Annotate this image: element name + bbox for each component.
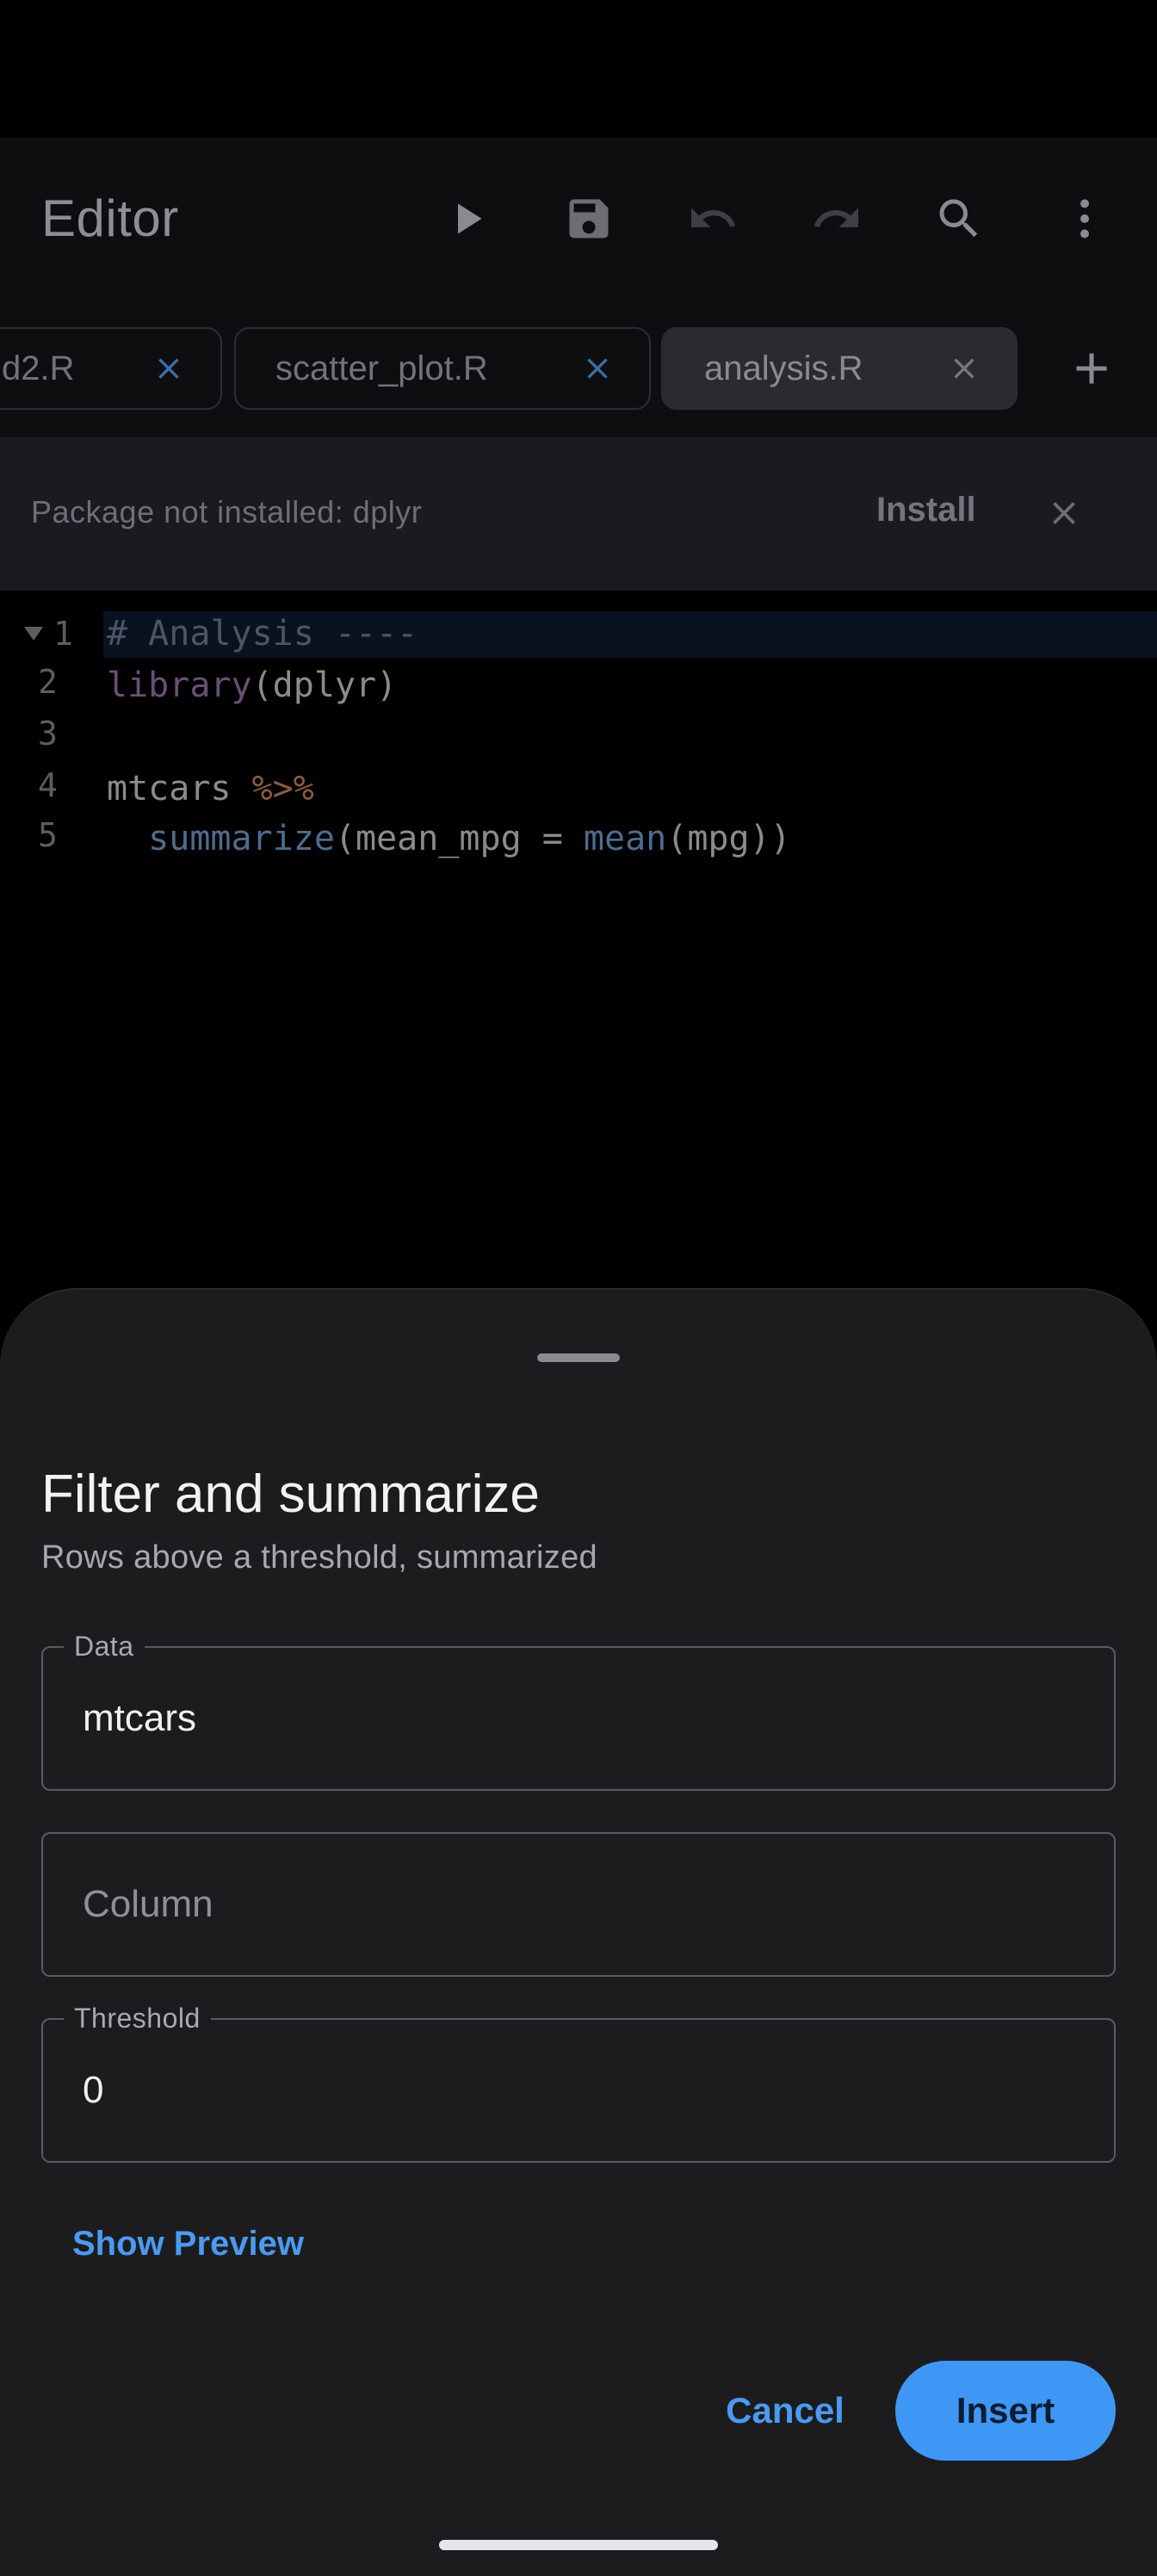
tab-file-analysis[interactable]: analysis.R bbox=[661, 327, 1018, 410]
sheet-subtitle: Rows above a threshold, summarized bbox=[41, 1539, 597, 1576]
code-line-2: library(dplyr) bbox=[107, 661, 397, 709]
threshold-input[interactable] bbox=[83, 2020, 1073, 2161]
code-function: summarize bbox=[148, 819, 335, 858]
cancel-button[interactable]: Cancel bbox=[715, 2361, 856, 2461]
tab-file-scatter-plot[interactable]: scatter_plot.R bbox=[234, 327, 651, 410]
code-operator: %>% bbox=[251, 769, 314, 808]
data-input[interactable] bbox=[83, 1648, 1073, 1789]
column-field bbox=[41, 1832, 1116, 1977]
gesture-nav-bar[interactable] bbox=[439, 2540, 718, 2550]
line-number: 1 bbox=[53, 615, 73, 653]
sheet-title: Filter and summarize bbox=[41, 1464, 540, 1524]
close-icon[interactable] bbox=[1045, 494, 1083, 532]
code-line-5: summarize(mean_mpg = mean(mpg)) bbox=[107, 814, 791, 863]
tab-label: analysis.R bbox=[704, 349, 863, 387]
search-icon[interactable] bbox=[923, 183, 995, 255]
plus-icon bbox=[1076, 353, 1107, 384]
install-button[interactable]: Install bbox=[876, 491, 976, 529]
screen: Editor d2.R scatter_plot.R analysis.R Pa… bbox=[0, 0, 1157, 2576]
code-text: (mpg)) bbox=[666, 819, 791, 858]
tab-label: scatter_plot.R bbox=[275, 349, 488, 387]
code-function: mean bbox=[583, 819, 667, 858]
tab-label: d2.R bbox=[2, 349, 75, 387]
tab-strip: d2.R scatter_plot.R analysis.R bbox=[0, 301, 1157, 437]
code-text: (dplyr) bbox=[251, 666, 398, 705]
tab-file-d2[interactable]: d2.R bbox=[0, 327, 222, 410]
code-line-4: mtcars %>% bbox=[107, 765, 314, 813]
fold-arrow-icon[interactable] bbox=[24, 627, 43, 641]
save-icon[interactable] bbox=[553, 183, 625, 255]
code-text: mtcars bbox=[107, 769, 252, 808]
more-vert-icon[interactable] bbox=[1049, 183, 1121, 255]
play-icon[interactable] bbox=[430, 183, 503, 255]
column-input[interactable] bbox=[83, 1834, 1073, 1975]
line-number: 2 bbox=[38, 663, 58, 701]
line-number: 5 bbox=[38, 816, 58, 854]
drag-handle[interactable] bbox=[537, 1353, 620, 1362]
redo-icon[interactable] bbox=[801, 183, 873, 255]
banner-message: Package not installed: dplyr bbox=[31, 494, 423, 529]
close-icon[interactable] bbox=[152, 351, 186, 386]
code-function: library bbox=[107, 666, 252, 705]
code-comment: # Analysis ---- bbox=[107, 614, 418, 653]
code-line-1: # Analysis ---- bbox=[107, 610, 418, 658]
line-number: 3 bbox=[38, 715, 58, 752]
app-title: Editor bbox=[41, 189, 179, 247]
data-field: Data bbox=[41, 1629, 1116, 1791]
undo-icon[interactable] bbox=[677, 183, 749, 255]
close-icon[interactable] bbox=[947, 351, 981, 386]
insert-button[interactable]: Insert bbox=[895, 2361, 1116, 2461]
threshold-field: Threshold bbox=[41, 2001, 1116, 2163]
close-icon[interactable] bbox=[580, 351, 615, 386]
code-text: (mean_mpg = bbox=[334, 819, 584, 858]
line-number: 4 bbox=[38, 766, 58, 804]
add-tab-button[interactable] bbox=[1055, 332, 1128, 405]
show-preview-button[interactable]: Show Preview bbox=[72, 2225, 304, 2263]
